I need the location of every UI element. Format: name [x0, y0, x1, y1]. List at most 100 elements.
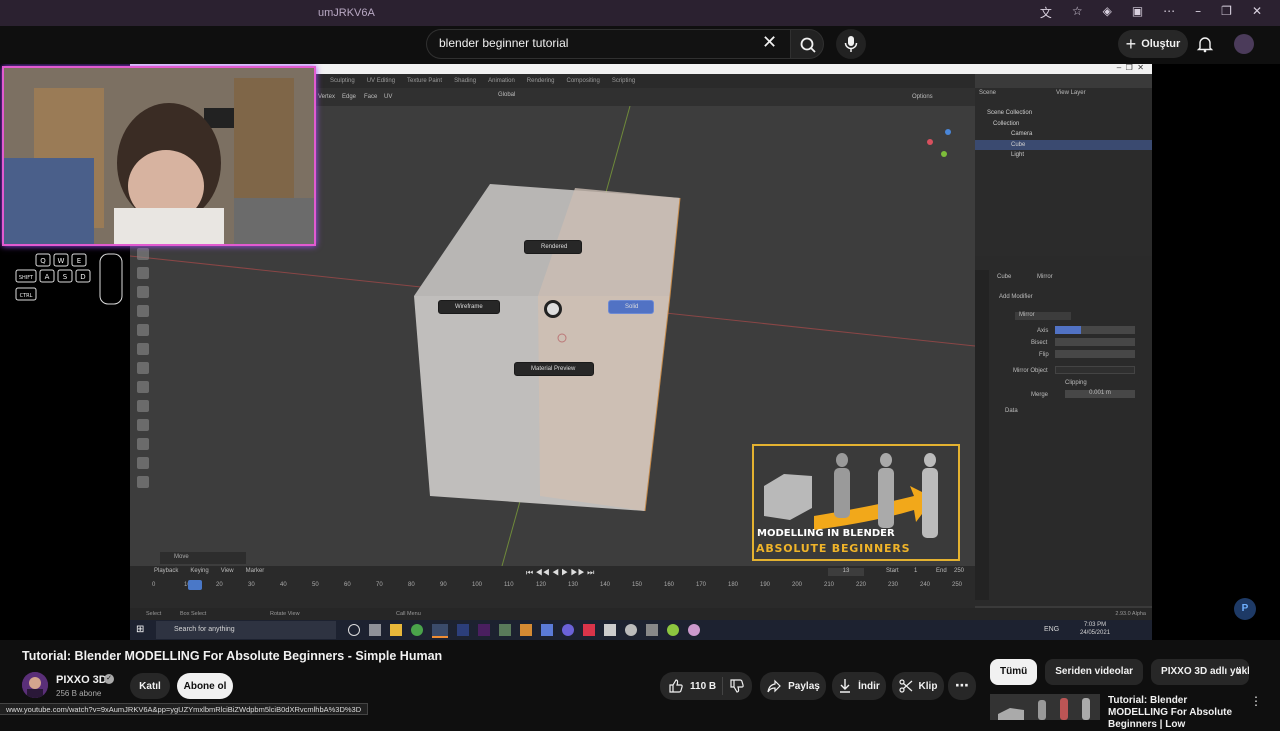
workspace-tab: Animation [488, 78, 515, 84]
end-value: 250 [954, 568, 965, 574]
pie-wireframe-label: Wireframe [455, 304, 483, 310]
more-actions-button[interactable]: ⋯ [948, 672, 976, 700]
menu-uv: UV [384, 94, 393, 100]
subscribe-button[interactable]: Abone ol [177, 673, 233, 699]
timeline-tick: 80 [408, 582, 415, 588]
window-controls: 文 ☆ ◈ ▣ ⋯ – ❐ ✕ [1040, 4, 1262, 21]
timeline-tick: 240 [920, 582, 931, 588]
merge-value: 0.001 m [1065, 390, 1135, 398]
close-window-icon[interactable]: ✕ [1252, 4, 1262, 21]
data-section: Data [1005, 408, 1018, 414]
clear-search-icon[interactable]: ✕ [762, 34, 777, 52]
account-avatar[interactable] [1234, 34, 1254, 54]
share-label: Paylaş [788, 680, 820, 692]
taskbar-apps [348, 624, 700, 638]
voice-search-button[interactable] [836, 29, 866, 59]
join-label: Katıl [139, 680, 161, 692]
menu-edge: Edge [342, 94, 357, 100]
axis-buttons [1055, 326, 1135, 334]
blender-version: 2.93.0 Alpha [1115, 611, 1146, 617]
notifications-bell-icon[interactable] [1196, 35, 1214, 53]
workspace-tab: Shading [454, 78, 477, 84]
key-s: S [63, 273, 68, 281]
timeline-tick: 100 [472, 582, 483, 588]
timeline-tick: 220 [856, 582, 867, 588]
timeline-menu-item: Playback [154, 568, 179, 574]
join-button[interactable]: Katıl [130, 673, 170, 699]
recommendation-thumbnail[interactable] [990, 694, 1100, 720]
pie-solid-label: Solid [625, 304, 639, 310]
options-dropdown: Options [912, 94, 933, 100]
more-vertical-icon[interactable]: ⋮ [1250, 694, 1262, 708]
share-button[interactable]: Paylaş [760, 672, 826, 700]
flip-buttons [1055, 350, 1135, 358]
timeline-tick: 180 [728, 582, 739, 588]
taskbar-date: 24/05/2021 [1080, 630, 1111, 636]
search-button[interactable] [790, 29, 824, 59]
video-player[interactable]: – ❐ ✕ Sculpting UV Editing Texture Paint… [0, 64, 1280, 640]
chip-all[interactable]: Tümü [990, 659, 1038, 685]
axis-label: Axis [1037, 328, 1049, 334]
browser-titlebar: umJRKV6A 文 ☆ ◈ ▣ ⋯ – ❐ ✕ [0, 0, 1280, 26]
link-status-bar: www.youtube.com/watch?v=9xAumJRKV6A&pp=y… [0, 703, 369, 715]
chip-series[interactable]: Seriden videolar [1045, 659, 1144, 685]
modifier-name: Mirror [1015, 312, 1071, 320]
channel-name[interactable]: PIXXO 3D [56, 674, 107, 686]
promo-card[interactable]: MODELLING IN BLENDER ABSOLUTE BEGINNERS [752, 444, 960, 561]
translate-icon[interactable]: 文 [1040, 4, 1052, 21]
workspace-tab: Rendering [526, 78, 555, 84]
timeline-panel: Playback Keying View Marker ⏮ ◀◀ ◀ ▶ ▶▶ … [130, 566, 975, 608]
outliner-item: Collection [993, 120, 1020, 127]
extension-icon[interactable]: ▣ [1132, 4, 1143, 21]
clipping-checkbox: Clipping [1065, 380, 1087, 386]
search-icon [800, 37, 816, 53]
dislike-button[interactable] [722, 672, 752, 700]
windows-taskbar: ⊞ Search for anything ENG 7:03 PM 24/05/… [130, 620, 1152, 640]
channel-watermark-icon[interactable]: P [1234, 598, 1256, 620]
extension-shield-icon[interactable]: ◈ [1103, 4, 1112, 21]
browser-menu-icon[interactable]: ⋯ [1163, 4, 1175, 21]
timeline-menu-item: Marker [245, 568, 265, 574]
maximize-icon[interactable]: ❐ [1221, 4, 1232, 21]
key-w: W [58, 257, 65, 265]
outliner-panel: Scene View Layer Scene Collection Collect… [975, 88, 1152, 256]
subscriber-count: 256 B abone [56, 689, 102, 698]
timeline-tick: 140 [600, 582, 611, 588]
taskbar-lang: ENG [1044, 626, 1060, 633]
plus-icon: + [1125, 34, 1137, 54]
promo-line1: MODELLING IN BLENDER [757, 528, 895, 539]
thumbs-up-icon [669, 679, 683, 693]
promo-line2: ABSOLUTE BEGINNERS [756, 542, 911, 555]
create-button[interactable]: + Oluştur [1118, 30, 1188, 58]
key-shift: SHIFT [19, 275, 34, 281]
add-modifier: Add Modifier [999, 294, 1033, 300]
status-item: Call Menu [396, 611, 421, 617]
star-icon[interactable]: ☆ [1072, 4, 1083, 21]
avatar-art [22, 672, 48, 698]
video-title: Tutorial: Blender MODELLING For Absolute… [22, 649, 443, 663]
recommendation-title[interactable]: Tutorial: Blender MODELLING For Absolute… [1108, 695, 1234, 731]
more-horizontal-icon: ⋯ [955, 678, 969, 694]
workspace-tab: Compositing [566, 78, 600, 84]
chip-uploader[interactable]: PIXXO 3D adlı yükley [1151, 659, 1250, 685]
timeline-menu-item: View [220, 568, 234, 574]
minimize-icon[interactable]: – [1195, 4, 1201, 21]
properties-tabs [975, 270, 989, 600]
download-button[interactable]: İndir [832, 672, 886, 700]
timeline-tick: 210 [824, 582, 835, 588]
timeline-tick: 170 [696, 582, 707, 588]
timeline-tick: 90 [440, 582, 447, 588]
clip-button[interactable]: Klip [892, 672, 944, 700]
pie-rendered-label: Rendered [541, 244, 568, 250]
clip-label: Klip [918, 680, 938, 692]
chevron-right-icon[interactable]: › [1236, 663, 1242, 679]
tab-url-fragment: umJRKV6A [318, 7, 375, 19]
channel-avatar[interactable] [22, 672, 48, 698]
create-label: Oluştur [1141, 38, 1181, 50]
axis-x-active [1055, 326, 1081, 334]
youtube-header: ✕ + Oluştur [0, 26, 1280, 64]
menu-face: Face [364, 94, 378, 100]
taskbar-search-label: Search for anything [174, 626, 235, 633]
search-input[interactable] [439, 36, 759, 50]
outliner-item: Cube [975, 139, 1152, 150]
